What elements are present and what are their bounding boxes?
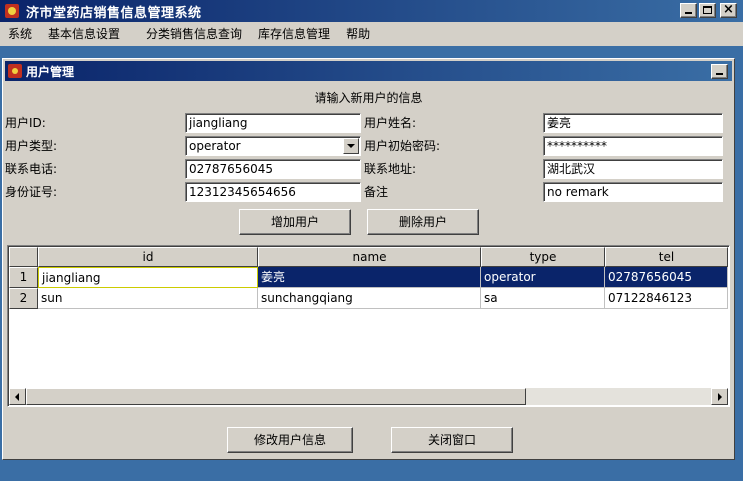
window-title: 济市堂药店销售信息管理系统 — [26, 5, 202, 21]
window-controls: × — [680, 2, 737, 18]
frame-minimize-button[interactable] — [711, 64, 728, 79]
dropdown-button[interactable] — [343, 138, 359, 154]
user-id-input[interactable]: jiangliang — [185, 113, 361, 133]
app-window: 济市堂药店销售信息管理系统 × 系统 基本信息设置 分类销售信息查询 库存信息管… — [0, 0, 743, 481]
cell-type[interactable]: sa — [481, 288, 605, 309]
horizontal-scrollbar[interactable] — [9, 388, 728, 405]
table-row[interactable]: 2 sun sunchangqiang sa 07122846123 — [9, 288, 728, 309]
arrow-right-icon — [718, 393, 722, 401]
row-number: 2 — [9, 288, 38, 309]
column-header-type[interactable]: type — [481, 247, 605, 267]
user-id-label: 用户ID: — [5, 116, 46, 130]
address-label: 联系地址: — [364, 162, 417, 176]
minimize-button[interactable] — [680, 3, 697, 18]
column-header-name[interactable]: name — [258, 247, 481, 267]
cell-name[interactable]: 姜亮 — [258, 267, 481, 288]
chevron-down-icon — [347, 144, 355, 148]
minimize-icon — [716, 73, 723, 75]
initial-password-label: 用户初始密码: — [364, 139, 441, 153]
title-bar[interactable]: 济市堂药店销售信息管理系统 × — [0, 0, 743, 22]
menu-system[interactable]: 系统 — [0, 25, 40, 42]
user-name-input[interactable]: 姜亮 — [543, 113, 723, 133]
frame-icon — [8, 64, 22, 78]
close-window-button[interactable]: 关闭窗口 — [391, 427, 513, 453]
table-row[interactable]: 1 jiangliang 姜亮 operator 02787656045 — [9, 267, 728, 288]
menu-bar: 系统 基本信息设置 分类销售信息查询 库存信息管理 帮助 — [0, 22, 743, 44]
phone-input[interactable]: 02787656045 — [185, 159, 361, 179]
cell-tel[interactable]: 02787656045 — [605, 267, 728, 288]
minimize-icon — [685, 12, 692, 14]
cell-tel[interactable]: 07122846123 — [605, 288, 728, 309]
maximize-button[interactable] — [699, 3, 716, 18]
user-type-label: 用户类型: — [5, 139, 58, 153]
id-card-input[interactable]: 12312345654656 — [185, 182, 361, 202]
table-header: id name type tel — [9, 247, 728, 267]
menu-inventory[interactable]: 库存信息管理 — [250, 25, 338, 42]
cell-name[interactable]: sunchangqiang — [258, 288, 481, 309]
column-header-tel[interactable]: tel — [605, 247, 728, 267]
menu-sales-query[interactable]: 分类销售信息查询 — [138, 25, 250, 42]
user-type-value: operator — [189, 139, 241, 153]
menu-help[interactable]: 帮助 — [338, 25, 378, 42]
scroll-right-button[interactable] — [711, 388, 728, 405]
form-heading: 请输入新用户的信息 — [314, 91, 423, 105]
scroll-thumb[interactable] — [26, 388, 526, 405]
frame-title-bar[interactable]: 用户管理 — [5, 61, 732, 81]
user-type-select[interactable]: operator — [185, 136, 361, 156]
close-icon: × — [723, 2, 734, 17]
remark-input[interactable]: no remark — [543, 182, 723, 202]
row-number: 1 — [9, 267, 38, 288]
remark-label: 备注 — [364, 185, 389, 199]
user-name-label: 用户姓名: — [364, 116, 417, 130]
add-user-button[interactable]: 增加用户 — [239, 209, 351, 235]
frame-title: 用户管理 — [26, 64, 75, 79]
menu-basic-settings[interactable]: 基本信息设置 — [40, 25, 128, 42]
delete-user-button[interactable]: 删除用户 — [367, 209, 479, 235]
column-header-id[interactable]: id — [38, 247, 258, 267]
maximize-icon — [703, 6, 712, 14]
modify-user-button[interactable]: 修改用户信息 — [227, 427, 353, 453]
cell-type[interactable]: operator — [481, 267, 605, 288]
close-button[interactable]: × — [720, 2, 737, 18]
address-input[interactable]: 湖北武汉 — [543, 159, 723, 179]
users-table[interactable]: id name type tel 1 jiangliang 姜亮 operato… — [7, 245, 730, 407]
arrow-left-icon — [15, 393, 19, 401]
cell-id[interactable]: jiangliang — [38, 267, 258, 288]
app-icon — [4, 3, 20, 19]
id-card-label: 身份证号: — [5, 185, 58, 199]
scroll-left-button[interactable] — [9, 388, 26, 405]
phone-label: 联系电话: — [5, 162, 58, 176]
cell-id[interactable]: sun — [38, 288, 258, 309]
user-management-frame: 用户管理 请输入新用户的信息 用户ID: jiangliang 用户姓名: 姜亮… — [2, 58, 735, 460]
row-number-header — [9, 247, 38, 267]
initial-password-input[interactable]: ********** — [543, 136, 723, 156]
